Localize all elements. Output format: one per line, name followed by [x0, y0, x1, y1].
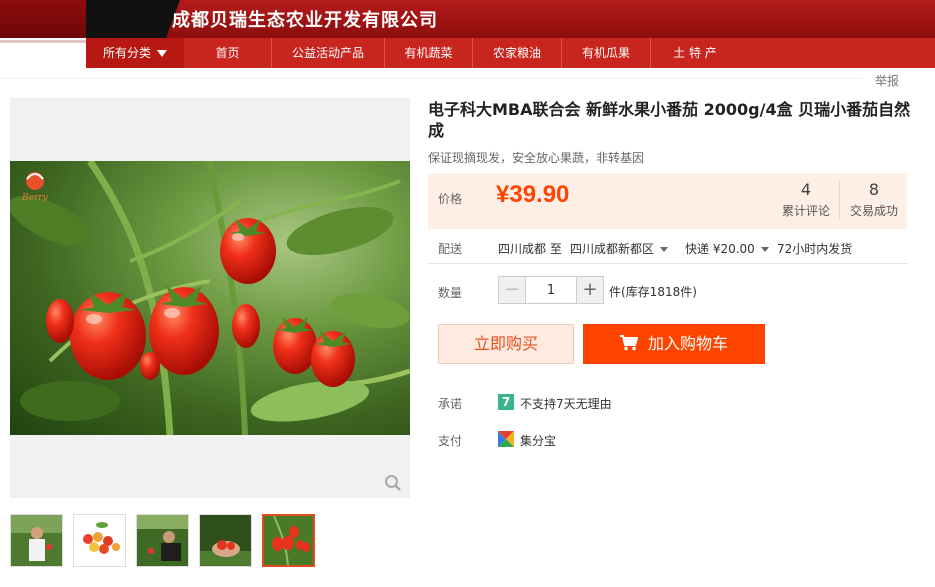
- stock-text: 件(库存1818件): [609, 285, 697, 299]
- quantity-decrease-button[interactable]: −: [499, 277, 525, 303]
- price-panel: 价格 ¥39.90 4 累计评论 8 交易成功: [428, 173, 907, 229]
- shipping-fee: 快递 ¥20.00: [685, 242, 755, 256]
- thumbnail-hand[interactable]: [199, 514, 252, 567]
- shipping-from: 四川成都 至: [498, 242, 562, 256]
- thumbnail-farmer[interactable]: [10, 514, 63, 567]
- chevron-down-icon: [157, 50, 167, 57]
- stat-transactions[interactable]: 8 交易成功: [841, 180, 907, 219]
- chevron-down-icon: [760, 247, 769, 252]
- thumbnail-picking[interactable]: [136, 514, 189, 567]
- stat-reviews[interactable]: 4 累计评论: [773, 180, 839, 219]
- banner-dark-block: [86, 0, 180, 38]
- dotted-divider: [428, 263, 907, 264]
- chevron-down-icon: [660, 247, 669, 252]
- price-label: 价格: [438, 192, 463, 206]
- thumbnail-vine-active[interactable]: [262, 514, 315, 567]
- reviews-count: 4: [800, 180, 812, 199]
- add-to-cart-label: 加入购物车: [647, 334, 728, 353]
- price-value: ¥39.90: [496, 181, 570, 208]
- nav-item-organic-fruit[interactable]: 有机瓜果: [562, 38, 651, 68]
- shipping-time: 72小时内发货: [777, 242, 853, 256]
- promise-label: 承诺: [438, 397, 463, 411]
- tomato-photo-illustration: [10, 161, 410, 435]
- nav-item-charity[interactable]: 公益活动产品: [272, 38, 385, 68]
- quantity-label: 数量: [438, 286, 463, 300]
- payment-label: 支付: [438, 434, 463, 448]
- transactions-label: 交易成功: [849, 204, 898, 218]
- main-image-viewer[interactable]: Berry: [10, 98, 410, 498]
- quantity-input[interactable]: [525, 277, 577, 303]
- transactions-count: 8: [868, 180, 880, 199]
- shop-name: 成都贝瑞生态农业开发有限公司: [172, 10, 438, 31]
- quantity-stepper: − +: [498, 276, 604, 304]
- zoom-icon[interactable]: [384, 474, 402, 492]
- reviews-label: 累计评论: [781, 204, 830, 218]
- nav-item-grain-oil[interactable]: 农家粮油: [473, 38, 562, 68]
- product-subtitle: 保证现摘现发，安全放心果蔬，非转基因: [428, 151, 645, 165]
- jifenbao-icon: [498, 431, 514, 447]
- quantity-increase-button[interactable]: +: [577, 277, 603, 303]
- shipping-destination-select[interactable]: 四川成都新都区: [570, 240, 669, 257]
- product-title: 电子科大MBA联合会 新鲜水果小番茄 2000g/4盒 贝瑞小番茄自然成: [428, 100, 911, 140]
- shipping-fee-select[interactable]: 快递 ¥20.00: [685, 240, 769, 257]
- shop-banner: 成都贝瑞生态农业开发有限公司: [0, 0, 935, 38]
- product-photo: Berry: [10, 161, 410, 435]
- nav-item-local-specialty[interactable]: 土 特 产: [651, 38, 739, 68]
- buy-now-button[interactable]: 立即购买: [438, 324, 574, 364]
- report-link[interactable]: 举报: [862, 72, 912, 89]
- shipping-label: 配送: [438, 242, 463, 256]
- seven-day-badge-icon: 7: [498, 394, 514, 410]
- divider: [0, 78, 862, 79]
- promise-text[interactable]: 不支持7天无理由: [520, 395, 612, 412]
- nav-item-organic-veg[interactable]: 有机蔬菜: [385, 38, 473, 68]
- nav-all-categories-label: 所有分类: [102, 46, 151, 60]
- thumbnail-tomatoes-plate[interactable]: [73, 514, 126, 567]
- cart-icon: [619, 335, 638, 351]
- shipping-destination: 四川成都新都区: [570, 242, 655, 256]
- payment-text[interactable]: 集分宝: [520, 432, 556, 449]
- stat-divider: [839, 181, 840, 219]
- photo-brand-text: Berry: [22, 193, 48, 203]
- add-to-cart-button[interactable]: 加入购物车: [583, 324, 765, 364]
- nav-item-home[interactable]: 首页: [184, 38, 272, 68]
- thumbnail-strip: [10, 514, 325, 567]
- nav-all-categories[interactable]: 所有分类: [86, 38, 184, 68]
- banner-left-fade: [0, 0, 86, 38]
- nav-left-strip: [0, 38, 86, 68]
- shop-nav: 所有分类 首页 公益活动产品 有机蔬菜 农家粮油 有机瓜果 土 特 产: [86, 38, 935, 68]
